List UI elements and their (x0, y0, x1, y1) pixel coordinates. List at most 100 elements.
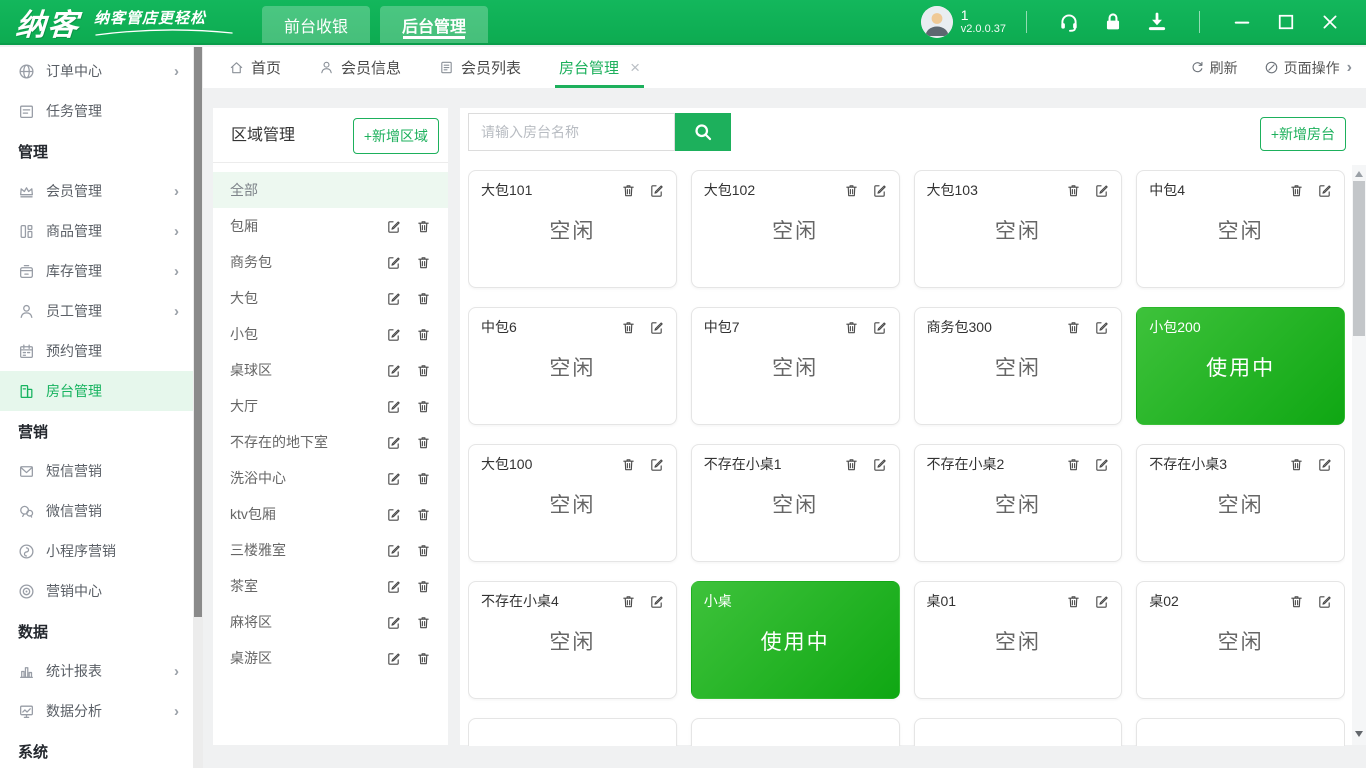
delete-icon[interactable] (1066, 183, 1081, 198)
room-card[interactable]: 不存在小桌2 空闲 (914, 444, 1123, 562)
delete-icon[interactable] (1066, 457, 1081, 472)
delete-icon[interactable] (416, 255, 431, 270)
area-list-item[interactable]: 桌游区 (213, 640, 448, 676)
delete-icon[interactable] (844, 183, 859, 198)
room-card[interactable]: 不存在小桌4 空闲 (468, 581, 677, 699)
room-card[interactable]: 商务包300 空闲 (914, 307, 1123, 425)
lock-icon[interactable] (1102, 11, 1124, 33)
scroll-up-icon[interactable] (1352, 167, 1366, 181)
room-card[interactable] (468, 718, 677, 746)
edit-icon[interactable] (649, 183, 664, 198)
minimize-icon[interactable] (1232, 12, 1252, 32)
room-card[interactable] (914, 718, 1123, 746)
room-card[interactable]: 桌02 空闲 (1136, 581, 1345, 699)
room-card[interactable]: 不存在小桌3 空闲 (1136, 444, 1345, 562)
edit-icon[interactable] (386, 399, 401, 414)
add-room-button[interactable]: +新增房台 (1260, 117, 1346, 151)
delete-icon[interactable] (416, 579, 431, 594)
delete-icon[interactable] (416, 543, 431, 558)
area-list-item[interactable]: 麻将区 (213, 604, 448, 640)
scroll-down-icon[interactable] (1352, 727, 1366, 741)
sidebar-item[interactable]: 任务管理 (0, 91, 193, 131)
delete-icon[interactable] (1066, 594, 1081, 609)
room-card[interactable]: 中包6 空闲 (468, 307, 677, 425)
edit-icon[interactable] (649, 457, 664, 472)
tab[interactable]: 房台管理 × (559, 47, 640, 88)
sidebar-item[interactable]: 库存管理 › (0, 251, 193, 291)
edit-icon[interactable] (386, 507, 401, 522)
edit-icon[interactable] (386, 435, 401, 450)
edit-icon[interactable] (1317, 594, 1332, 609)
room-card[interactable] (691, 718, 900, 746)
tab[interactable]: 会员信息 (319, 47, 401, 88)
delete-icon[interactable] (1289, 457, 1304, 472)
edit-icon[interactable] (386, 255, 401, 270)
sidebar-item[interactable]: 统计报表 › (0, 651, 193, 691)
sidebar-scrollbar-thumb[interactable] (194, 47, 202, 617)
sidebar-item[interactable]: 系统 (0, 731, 193, 768)
room-search-input[interactable] (468, 113, 675, 151)
edit-icon[interactable] (386, 615, 401, 630)
edit-icon[interactable] (1094, 457, 1109, 472)
maximize-icon[interactable] (1276, 12, 1296, 32)
grid-scrollbar-thumb[interactable] (1353, 181, 1365, 336)
delete-icon[interactable] (1066, 320, 1081, 335)
sidebar-item[interactable]: 房台管理 (0, 371, 193, 411)
room-card[interactable]: 桌01 空闲 (914, 581, 1123, 699)
sidebar-item[interactable]: 预约管理 (0, 331, 193, 371)
sidebar-item[interactable]: 会员管理 › (0, 171, 193, 211)
area-list-item[interactable]: 大包 (213, 280, 448, 316)
room-card[interactable]: 大包103 空闲 (914, 170, 1123, 288)
area-list-item[interactable]: 茶室 (213, 568, 448, 604)
edit-icon[interactable] (1094, 594, 1109, 609)
edit-icon[interactable] (1317, 183, 1332, 198)
close-icon[interactable] (1320, 12, 1340, 32)
room-card[interactable]: 大包102 空闲 (691, 170, 900, 288)
sidebar-item[interactable]: 数据分析 › (0, 691, 193, 731)
room-card[interactable]: 中包7 空闲 (691, 307, 900, 425)
sidebar-item[interactable]: 营销中心 (0, 571, 193, 611)
area-list-item[interactable]: 全部 (213, 172, 448, 208)
edit-icon[interactable] (872, 457, 887, 472)
sidebar-item[interactable]: 小程序营销 (0, 531, 193, 571)
delete-icon[interactable] (416, 219, 431, 234)
room-card[interactable] (1136, 718, 1345, 746)
edit-icon[interactable] (872, 320, 887, 335)
user-avatar[interactable] (921, 6, 953, 38)
edit-icon[interactable] (1094, 183, 1109, 198)
edit-icon[interactable] (386, 471, 401, 486)
sidebar-item[interactable]: 管理 (0, 131, 193, 171)
delete-icon[interactable] (416, 615, 431, 630)
delete-icon[interactable] (621, 183, 636, 198)
edit-icon[interactable] (386, 543, 401, 558)
room-card[interactable]: 大包101 空闲 (468, 170, 677, 288)
edit-icon[interactable] (649, 594, 664, 609)
tab-close-icon[interactable]: × (630, 58, 640, 78)
add-area-button[interactable]: +新增区域 (353, 118, 439, 154)
area-list-item[interactable]: ktv包厢 (213, 496, 448, 532)
sidebar-item[interactable]: 短信营销 (0, 451, 193, 491)
edit-icon[interactable] (649, 320, 664, 335)
delete-icon[interactable] (416, 651, 431, 666)
sidebar-item[interactable]: 商品管理 › (0, 211, 193, 251)
grid-scrollbar[interactable] (1352, 165, 1366, 745)
delete-icon[interactable] (1289, 594, 1304, 609)
area-list-item[interactable]: 大厅 (213, 388, 448, 424)
edit-icon[interactable] (386, 327, 401, 342)
delete-icon[interactable] (1289, 183, 1304, 198)
delete-icon[interactable] (416, 363, 431, 378)
edit-icon[interactable] (1094, 320, 1109, 335)
area-list-item[interactable]: 洗浴中心 (213, 460, 448, 496)
room-card[interactable]: 中包4 空闲 (1136, 170, 1345, 288)
edit-icon[interactable] (386, 219, 401, 234)
delete-icon[interactable] (416, 327, 431, 342)
sidebar-item[interactable]: 数据 (0, 611, 193, 651)
sidebar-item[interactable]: 员工管理 › (0, 291, 193, 331)
sidebar-item[interactable]: 营销 (0, 411, 193, 451)
sidebar-item[interactable]: 微信营销 (0, 491, 193, 531)
delete-icon[interactable] (416, 291, 431, 306)
delete-icon[interactable] (621, 594, 636, 609)
edit-icon[interactable] (386, 651, 401, 666)
edit-icon[interactable] (386, 291, 401, 306)
tab-action[interactable]: 页面操作 › (1264, 58, 1352, 78)
